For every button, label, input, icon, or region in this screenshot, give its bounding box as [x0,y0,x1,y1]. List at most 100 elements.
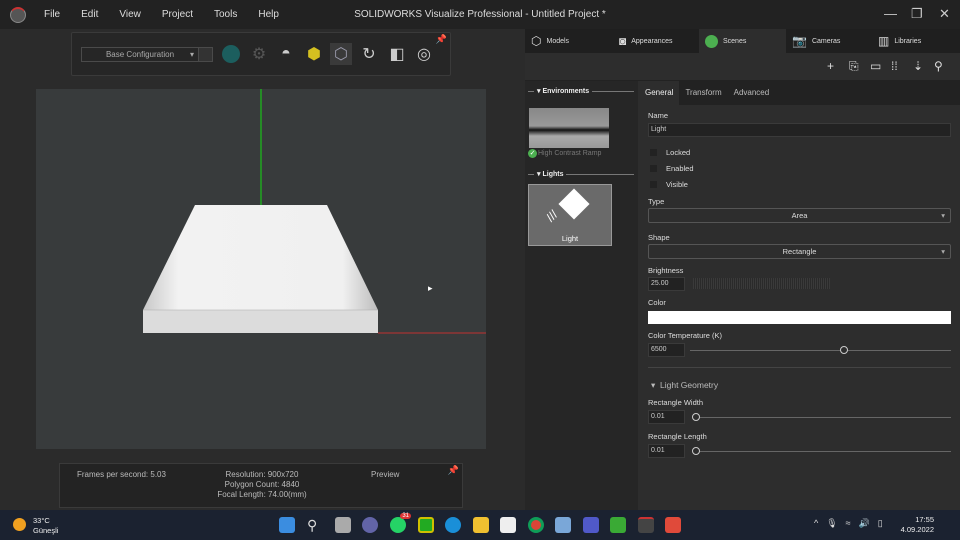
chevron-down-icon: ▾ [189,50,194,59]
start-icon[interactable] [279,517,295,533]
shape-label: Shape [648,233,670,242]
environments-header[interactable]: ▾ Environments [528,87,634,95]
weather-widget[interactable]: 33°C Güneşli [33,516,58,536]
color-temperature-input[interactable]: 6500 [648,343,685,357]
app-logo[interactable] [10,6,26,23]
light-item[interactable]: /// Light [528,184,612,246]
system-tray[interactable]: ^🎙︎≈🔊▯ [814,518,891,529]
grid-view-icon[interactable]: ⁞⁞ [891,59,898,73]
camera-icon: 📷 [792,34,807,48]
model-top [143,205,378,310]
sort-icon[interactable]: ⇣ [913,59,923,73]
sun-icon[interactable] [13,518,26,531]
close-button[interactable]: ✕ [939,6,950,22]
color-temperature-slider[interactable] [690,350,951,351]
rectangle-width-slider[interactable] [696,417,951,418]
shape-dropdown[interactable]: Rectangle [648,244,951,259]
pin-icon[interactable]: 📌 [436,34,447,45]
lights-header[interactable]: ▾ Lights [528,170,634,178]
teams-icon[interactable] [583,517,599,533]
tab-scenes[interactable]: Scenes [699,29,786,53]
camtasia-red-icon[interactable] [665,517,681,533]
tab-label: Appearances [631,37,673,45]
properties-panel: General Transform Advanced Name Light Lo… [639,81,960,510]
environment-item[interactable]: ✓ High Contrast Ramp [528,149,601,158]
rotate-icon[interactable]: ↻ [358,43,380,65]
edge-icon[interactable] [445,517,461,533]
tab-transform[interactable]: Transform [679,81,727,105]
chrome-icon[interactable] [528,517,544,533]
clock[interactable]: 17:55 4.09.2022 [900,515,934,535]
import-icon[interactable]: ⎘ [849,59,859,74]
brain-icon[interactable]: ⚙ [248,43,270,65]
time-text: 17:55 [915,515,934,524]
stats-panel: Frames per second: 5.03 Resolution: 900x… [59,463,463,508]
search-icon[interactable]: ⚲ [307,517,323,533]
slider-handle[interactable] [692,447,700,455]
box-icon[interactable]: ◧ [386,43,408,65]
name-label: Name [648,111,669,120]
enabled-label: Enabled [666,164,694,173]
tab-models[interactable]: ⬡ Models [525,29,613,53]
rectangle-width-input[interactable]: 0.01 [648,410,685,424]
brightness-slider[interactable] [693,278,830,289]
add-icon[interactable]: + [827,59,834,73]
configuration-dropdown[interactable]: Base Configuration ▾ [81,47,199,62]
tab-general[interactable]: General [639,81,680,105]
render-sphere-icon[interactable] [220,43,242,65]
visible-checkbox[interactable] [650,181,657,188]
tab-libraries[interactable]: ▥ Libraries [872,29,960,53]
scene-render [143,89,486,334]
rectangle-length-slider[interactable] [696,451,951,452]
date-text: 4.09.2022 [900,525,934,534]
name-input[interactable]: Light [648,123,951,137]
aperture-icon[interactable]: ◎ [413,43,435,65]
whatsapp-icon[interactable]: 31 [390,513,411,533]
menu-file[interactable]: File [44,9,60,20]
tab-cameras[interactable]: 📷 Cameras [786,29,872,53]
transform-gizmo-icon[interactable]: ⬡ [330,43,352,65]
main-toolbar: Base Configuration ▾ ⚙ ◓ ⬢ ⬡ ↻ ◧ ◎ 📌 [71,32,451,76]
menu-project[interactable]: Project [162,9,193,20]
scene-icon [705,34,718,48]
model-base [143,310,378,333]
task-view-icon[interactable] [335,517,351,533]
menu-tools[interactable]: Tools [214,9,237,20]
enabled-checkbox[interactable] [650,165,657,172]
search-icon[interactable]: ⚲ [934,59,943,73]
color-swatch[interactable] [648,311,951,324]
library-icon: ▥ [878,34,890,48]
slider-handle[interactable] [839,346,848,354]
file-explorer-icon[interactable] [473,517,489,533]
environment-name: High Contrast Ramp [538,150,602,157]
tab-appearances[interactable]: ◙ Appearances [613,29,699,53]
pin-icon[interactable]: 📌 [448,465,459,476]
menu-help[interactable]: Help [258,9,279,20]
tab-advanced[interactable]: Advanced [728,81,776,105]
configuration-list-button[interactable] [198,47,213,62]
configuration-value: Base Configuration [105,50,175,59]
solidworks-visualize-icon[interactable] [638,517,654,533]
resource-monitor-icon[interactable] [555,517,571,533]
brightness-input[interactable]: 25.00 [648,277,685,291]
locked-checkbox[interactable] [650,149,657,156]
tab-label: Libraries [894,37,922,45]
pycharm-icon[interactable] [418,517,434,533]
select-cube-icon[interactable]: ⬢ [303,43,325,65]
environment-thumbnail[interactable] [529,108,609,148]
slider-handle[interactable] [692,413,700,421]
rectangle-length-input[interactable]: 0.01 [648,444,685,458]
menu-view[interactable]: View [119,9,141,20]
type-dropdown[interactable]: Area [648,208,951,223]
minimize-button[interactable]: — [884,6,897,21]
window-icon[interactable]: ▭ [870,59,881,73]
chat-icon[interactable] [362,517,378,533]
divider [648,367,951,368]
maximize-button[interactable]: ❐ [911,6,923,22]
store-icon[interactable] [500,517,516,533]
3d-viewport[interactable]: ▸ [36,89,486,449]
turntable-icon[interactable]: ◓ [275,43,297,65]
light-geometry-header[interactable]: ▾ Light Geometry [651,380,718,391]
menu-edit[interactable]: Edit [81,9,98,20]
camtasia-green-icon[interactable] [610,517,626,533]
